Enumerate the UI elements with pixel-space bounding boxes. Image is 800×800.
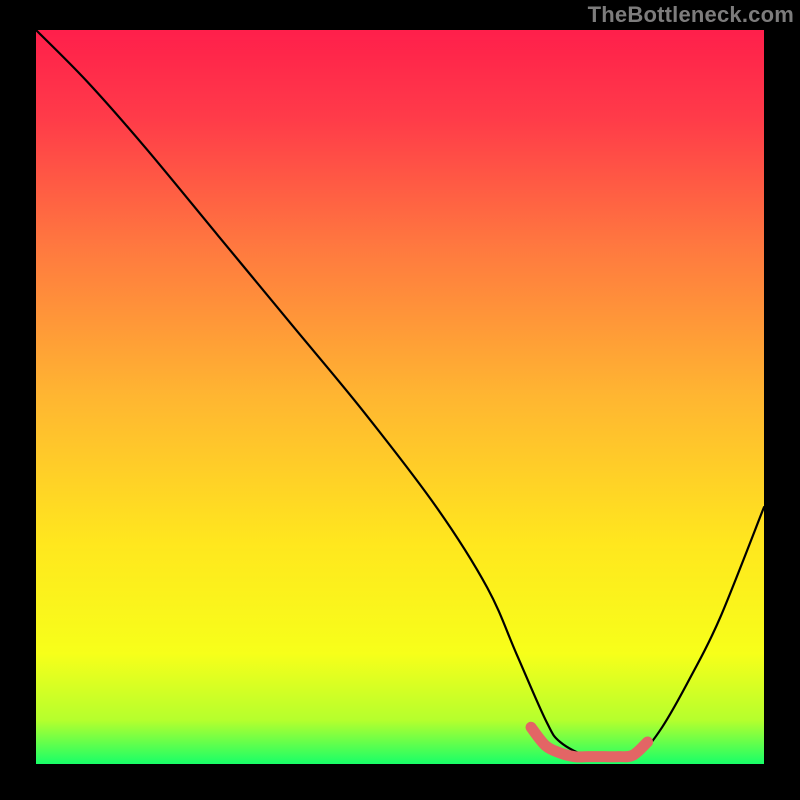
bottleneck-chart [0,0,800,800]
chart-frame: TheBottleneck.com [0,0,800,800]
plot-background [36,30,764,764]
